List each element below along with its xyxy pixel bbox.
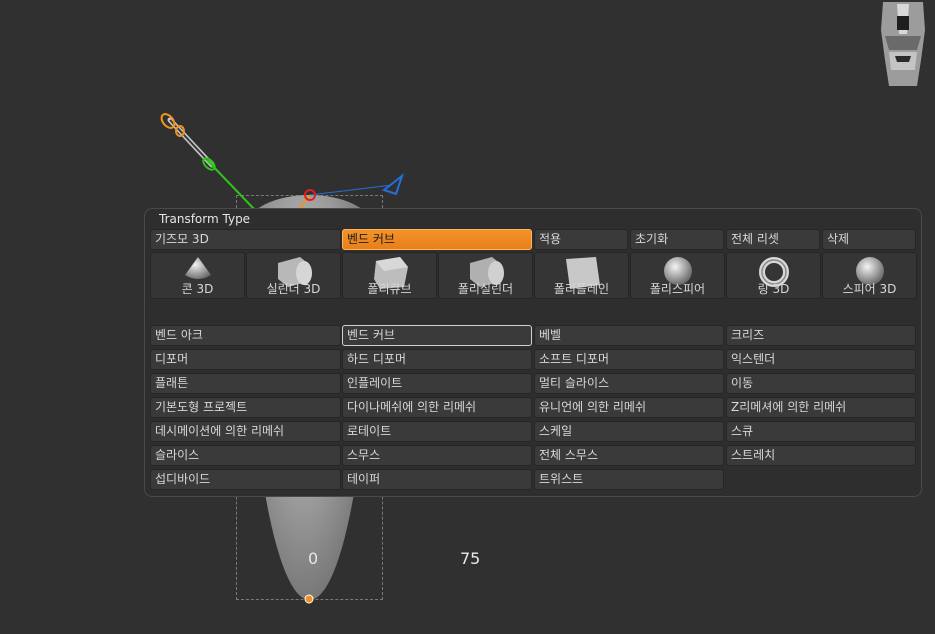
- primitive-label: 실린더 3D: [266, 282, 321, 296]
- deformer-button[interactable]: 슬라이스: [150, 445, 341, 466]
- deformer-button[interactable]: 다이나메쉬에 의한 리메쉬: [342, 397, 532, 418]
- deformer-button[interactable]: 전체 스무스: [534, 445, 724, 466]
- primitive-polycube[interactable]: 폴리큐브: [342, 252, 437, 299]
- palette-title: Transform Type: [159, 212, 251, 226]
- primitive-polysphere[interactable]: 폴리스피어: [630, 252, 725, 299]
- curve-handle-icon: [304, 594, 314, 604]
- primitive-polycylinder[interactable]: 폴리실린더: [438, 252, 533, 299]
- deformer-button[interactable]: 멀티 슬라이스: [534, 373, 724, 394]
- primitive-cylinder-3d[interactable]: 실린더 3D: [246, 252, 341, 299]
- deformer-button[interactable]: 스큐: [726, 421, 916, 442]
- gizmo-3d-button[interactable]: 기즈모 3D: [150, 229, 341, 250]
- bend-curve-active-button[interactable]: 벤드 커브: [342, 229, 532, 250]
- primitive-label: 링 3D: [757, 282, 790, 296]
- deformer-button[interactable]: Z리메셔에 의한 리메쉬: [726, 397, 916, 418]
- deformer-button[interactable]: 트위스트: [534, 469, 724, 490]
- deformer-button[interactable]: 테이퍼: [342, 469, 532, 490]
- deformer-button[interactable]: 스트레치: [726, 445, 916, 466]
- primitive-label: 폴리플레인: [553, 282, 610, 296]
- deformer-button[interactable]: 하드 디포머: [342, 349, 532, 370]
- deformer-button[interactable]: 유니언에 의한 리메쉬: [534, 397, 724, 418]
- primitive-label: 폴리실린더: [457, 282, 514, 296]
- primitive-sphere-3d[interactable]: 스피어 3D: [822, 252, 917, 299]
- deformer-button[interactable]: 이동: [726, 373, 916, 394]
- primitive-label: 폴리스피어: [649, 282, 706, 296]
- transform-type-palette: Transform Type 기즈모 3D 벤드 커브 적용 초기화 전체 리셋…: [144, 208, 922, 497]
- deformer-button[interactable]: 플래튼: [150, 373, 341, 394]
- delete-button[interactable]: 삭제: [822, 229, 916, 250]
- deformer-button[interactable]: 크리즈: [726, 325, 916, 346]
- deformer-button[interactable]: 디포머: [150, 349, 341, 370]
- primitive-polyplane[interactable]: 폴리플레인: [534, 252, 629, 299]
- reset-all-button[interactable]: 전체 리셋: [726, 229, 820, 250]
- deformer-button[interactable]: 섭디바이드: [150, 469, 341, 490]
- reset-button[interactable]: 초기화: [630, 229, 724, 250]
- cone-icon: [184, 257, 211, 279]
- deformer-button[interactable]: 벤드 아크: [150, 325, 341, 346]
- gizmo-blue-cone-icon: [381, 173, 404, 196]
- deformer-button[interactable]: 스케일: [534, 421, 724, 442]
- deformer-button[interactable]: 기본도형 프로젝트: [150, 397, 341, 418]
- primitive-label: 폴리큐브: [367, 282, 412, 296]
- deformer-button[interactable]: 익스텐더: [726, 349, 916, 370]
- head-thumbnail-icon[interactable]: [877, 0, 929, 88]
- deformer-button[interactable]: 스무스: [342, 445, 532, 466]
- primitive-label: 스피어 3D: [842, 282, 897, 296]
- deformer-button[interactable]: 베벨: [534, 325, 724, 346]
- deformer-button[interactable]: 데시메이션에 의한 리메쉬: [150, 421, 341, 442]
- deformer-button[interactable]: 인플레이트: [342, 373, 532, 394]
- primitive-cone-3d[interactable]: 콘 3D: [150, 252, 245, 299]
- primitive-ring-3d[interactable]: 링 3D: [726, 252, 821, 299]
- deformer-button-selected[interactable]: 벤드 커브: [342, 325, 532, 346]
- primitive-label: 콘 3D: [181, 282, 214, 296]
- apply-button[interactable]: 적용: [534, 229, 628, 250]
- deformer-button[interactable]: 소프트 디포머: [534, 349, 724, 370]
- deformer-button[interactable]: 로테이트: [342, 421, 532, 442]
